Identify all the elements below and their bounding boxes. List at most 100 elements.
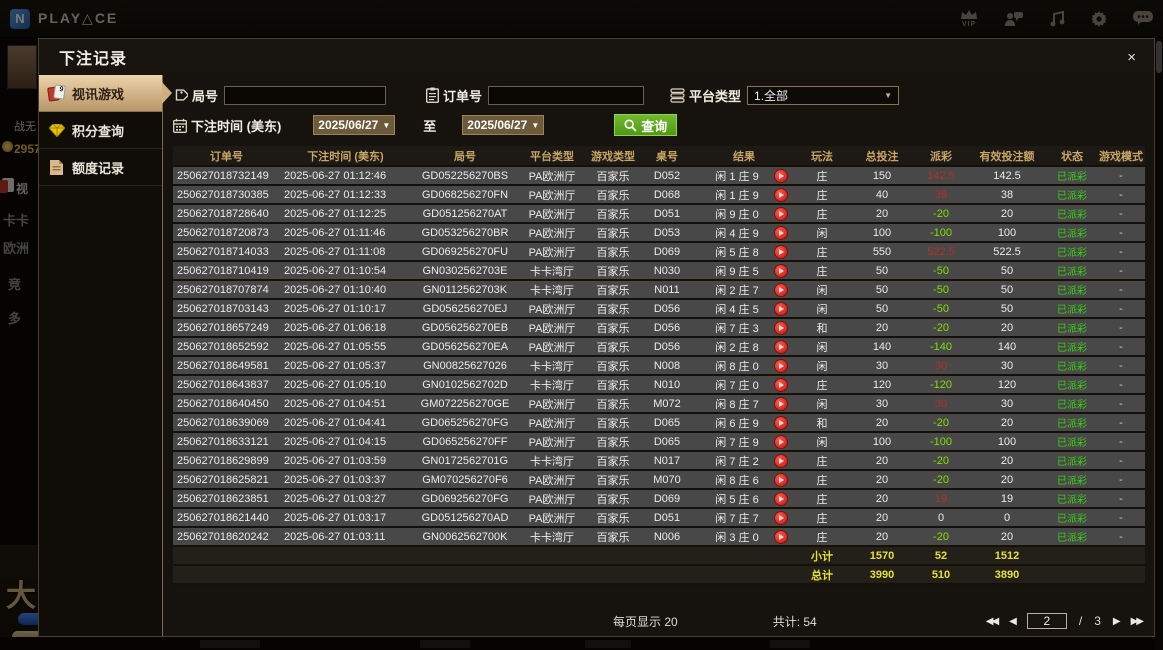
cell-platform: PA欧洲厅 [519, 299, 585, 319]
cell-total_bet: 30 [849, 394, 915, 414]
play-video-button[interactable] [774, 415, 788, 430]
cell-mode: - [1097, 337, 1145, 357]
cell-platform: 卡卡湾厅 [519, 280, 585, 300]
platform-type-select[interactable]: 1.全部 ▼ [747, 85, 900, 105]
sidebar-item-label: 积分查询 [72, 123, 125, 139]
result-text: 闲 4 庄 5 [715, 303, 759, 316]
pagination-prev-button[interactable]: ◀ [1009, 616, 1017, 627]
play-video-button[interactable] [774, 206, 788, 221]
play-video-button[interactable] [774, 434, 788, 449]
play-video-button[interactable] [774, 358, 788, 373]
cell-valid_bet: 120 [967, 375, 1047, 395]
cell-bet_type: 闲 [795, 280, 849, 300]
cell-table_no: M070 [641, 470, 693, 490]
play-video-button[interactable] [774, 168, 788, 183]
play-video-button[interactable] [774, 187, 788, 202]
play-video-button[interactable] [774, 282, 788, 297]
sidebar-item-points-inquiry[interactable]: 积分查询 [39, 112, 162, 149]
page-input[interactable] [1026, 613, 1067, 629]
platform-type-value: 1.全部 [754, 88, 789, 103]
sidebar-item-video-games[interactable]: 9 视讯游戏 [39, 75, 162, 112]
close-icon[interactable]: × [1123, 48, 1140, 67]
play-video-button[interactable] [774, 244, 788, 259]
cell-empty [1097, 565, 1145, 585]
pagination-first-button[interactable]: ◀◀ [986, 616, 999, 627]
cell-game: 百家乐 [585, 223, 641, 243]
cell-game: 百家乐 [585, 375, 641, 395]
result-text: 闲 9 庄 0 [715, 208, 759, 221]
play-video-button[interactable] [774, 510, 788, 525]
cell-mode: - [1097, 394, 1145, 414]
cell-empty [693, 565, 795, 585]
cell-result: 闲 8 庄 6 [693, 470, 795, 490]
cell-table_no: N008 [641, 356, 693, 376]
play-video-button[interactable] [774, 472, 788, 487]
cell-order_no: 250627018621440 [173, 508, 280, 528]
cell-order_no: 250627018625821 [173, 470, 280, 490]
cell-status: 已派彩 [1047, 185, 1097, 205]
round-number-input[interactable] [224, 85, 387, 105]
play-video-button[interactable] [774, 301, 788, 316]
cell-game: 百家乐 [585, 242, 641, 262]
bet-records-table-wrap: 订单号 下注时间 (美东) 局号 平台类型 游戏类型 桌号 结果 玩法 总投注 派彩 有效投注额 状态… [173, 146, 1145, 585]
search-button[interactable]: 查询 [614, 114, 678, 136]
cell-result: 闲 6 庄 9 [693, 413, 795, 433]
cell-valid_bet: 20 [967, 413, 1047, 433]
page-size-label: 每页显示 20 [613, 614, 678, 629]
table-row: 250627018652592 2025-06-27 01:05:55 GD0562… [173, 337, 1145, 357]
cell-game: 百家乐 [585, 451, 641, 471]
cell-payout: -20 [915, 470, 967, 490]
cell-status: 已派彩 [1047, 489, 1097, 509]
date-to-picker[interactable]: 2025/06/27 ▼ [462, 115, 545, 135]
date-from-picker[interactable]: 2025/06/27 ▼ [313, 115, 396, 135]
cell-time: 2025-06-27 01:05:55 [280, 337, 411, 357]
cell-order_no: 250627018640450 [173, 394, 280, 414]
cell-valid_bet: 142.5 [967, 166, 1047, 186]
cell-platform: PA欧洲厅 [519, 432, 585, 452]
table-row: 250627018720873 2025-06-27 01:11:46 GD0532… [173, 223, 1145, 243]
cell-payout: -20 [915, 204, 967, 224]
play-video-button[interactable] [774, 320, 788, 335]
cell-bet_type: 和 [795, 413, 849, 433]
cell-order_no: 250627018707874 [173, 280, 280, 300]
cell-bet_type: 庄 [795, 489, 849, 509]
play-video-button[interactable] [774, 377, 788, 392]
play-video-button[interactable] [774, 339, 788, 354]
table-row: 250627018728640 2025-06-27 01:12:25 GD0512… [173, 204, 1145, 224]
result-text: 闲 8 庄 0 [715, 360, 759, 373]
cell-order_no: 250627018732149 [173, 166, 280, 186]
play-video-button[interactable] [774, 453, 788, 468]
cell-round_no: GD068256270FN [411, 185, 519, 205]
play-video-button[interactable] [774, 225, 788, 240]
cell-game: 百家乐 [585, 337, 641, 357]
table-row: 250627018730385 2025-06-27 01:12:33 GD0682… [173, 185, 1145, 205]
cell-total_bet: 20 [849, 451, 915, 471]
sidebar-item-quota-records[interactable]: 额度记录 [39, 149, 162, 186]
cell-order_no: 250627018720873 [173, 223, 280, 243]
cell-order_no: 250627018639069 [173, 413, 280, 433]
cell-game: 百家乐 [585, 204, 641, 224]
cell-game: 百家乐 [585, 356, 641, 376]
cell-empty [280, 546, 411, 566]
result-text: 闲 7 庄 2 [715, 455, 759, 468]
cell-platform: PA欧洲厅 [519, 242, 585, 262]
cell-platform: PA欧洲厅 [519, 204, 585, 224]
play-video-button[interactable] [774, 529, 788, 544]
play-video-button[interactable] [774, 396, 788, 411]
cell-order_no: 250627018643837 [173, 375, 280, 395]
play-video-button[interactable] [774, 263, 788, 278]
table-row: 250627018657249 2025-06-27 01:06:18 GD0562… [173, 318, 1145, 338]
summary-valid-bet: 1512 [967, 546, 1047, 566]
order-number-input[interactable] [488, 85, 645, 105]
table-row: 250627018625821 2025-06-27 01:03:37 GM0702… [173, 470, 1145, 490]
play-video-button[interactable] [774, 491, 788, 506]
pagination-last-button[interactable]: ▶▶ [1131, 616, 1144, 627]
cell-bet_type: 庄 [795, 242, 849, 262]
cell-round_no: GD056256270EJ [411, 299, 519, 319]
cell-empty [173, 565, 280, 585]
cell-order_no: 250627018714033 [173, 242, 280, 262]
cell-empty [519, 546, 585, 566]
cell-status: 已派彩 [1047, 356, 1097, 376]
cell-platform: 卡卡湾厅 [519, 451, 585, 471]
pagination-next-button[interactable]: ▶ [1113, 616, 1121, 627]
